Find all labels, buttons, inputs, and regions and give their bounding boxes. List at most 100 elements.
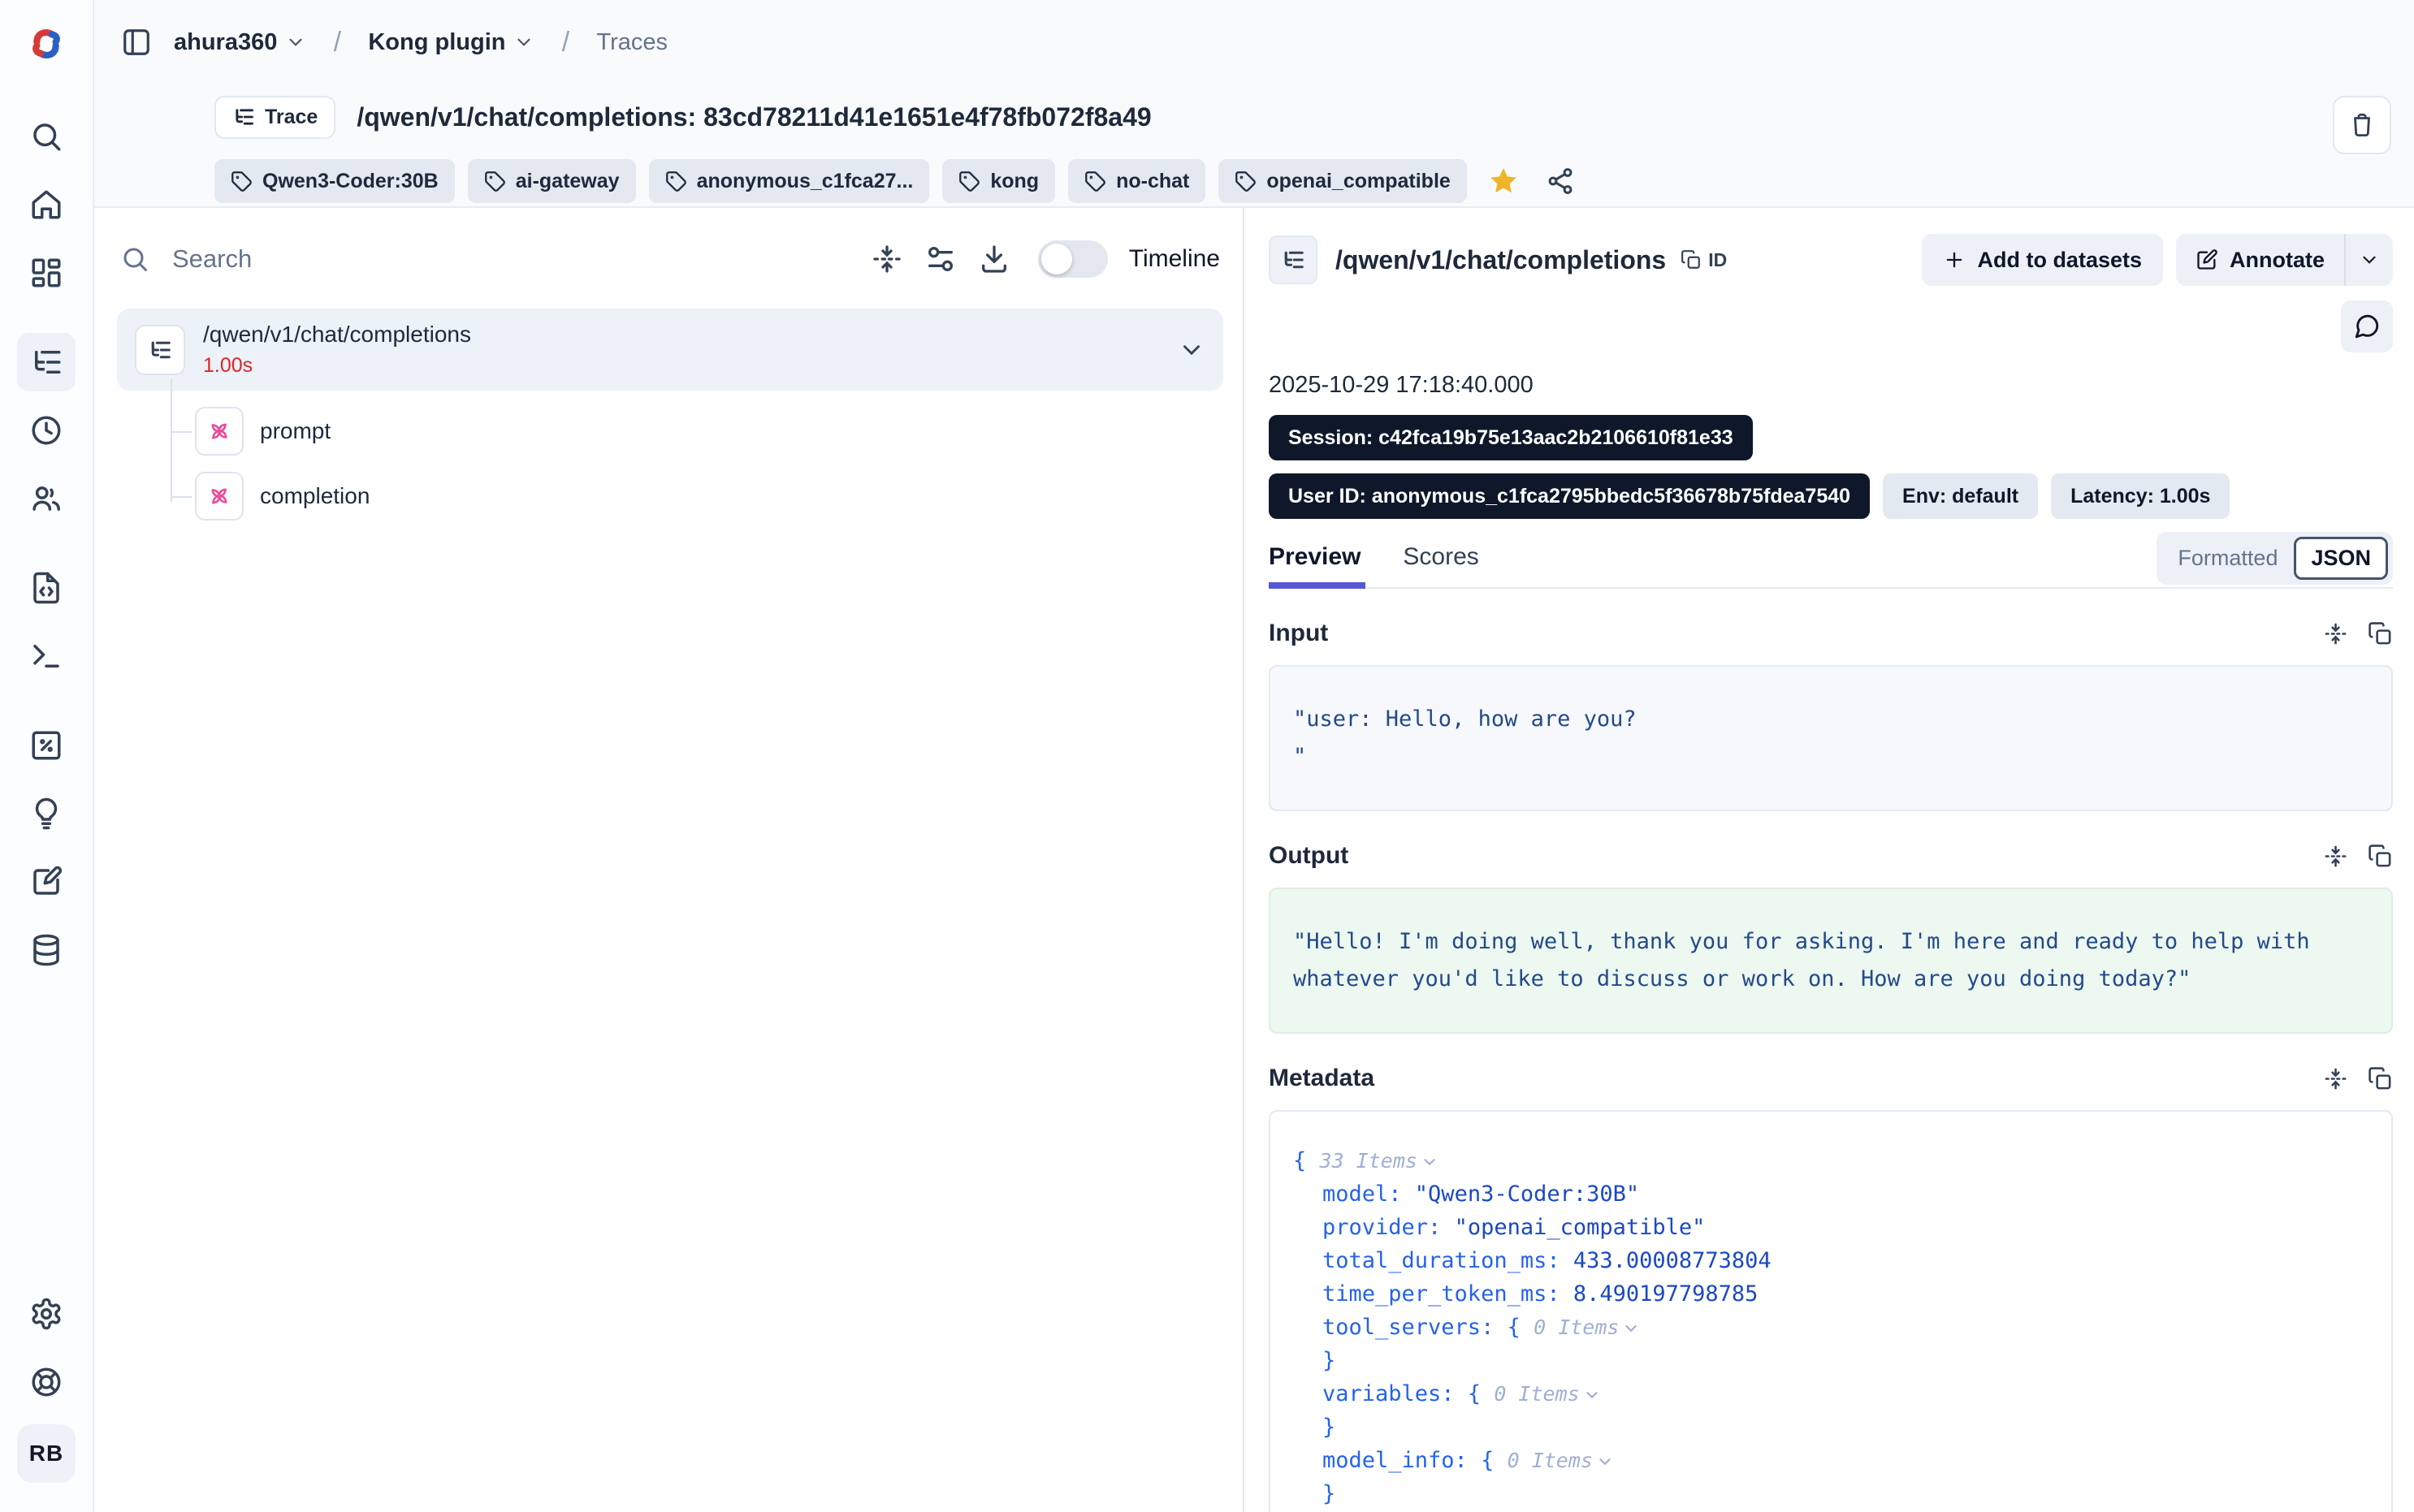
panel-toggle-button[interactable]	[115, 21, 158, 63]
annotate-more-button[interactable]	[2346, 234, 2393, 286]
breadcrumb-project[interactable]: ahura360	[174, 29, 306, 56]
chevron-down-icon	[513, 32, 534, 53]
copy-icon[interactable]	[2368, 844, 2393, 869]
metadata-section-heading: Metadata	[1269, 1065, 1374, 1092]
timeline-toggle[interactable]	[1038, 240, 1108, 278]
breadcrumb: ahura360 / Kong plugin / Traces	[94, 0, 2414, 84]
tag-pill[interactable]: openai_compatible	[1218, 159, 1466, 203]
output-code-block: "Hello! I'm doing well, thank you for as…	[1269, 888, 2393, 1034]
sidebar-item-tracing[interactable]	[17, 333, 76, 391]
output-section-heading: Output	[1269, 842, 1348, 870]
env-badge: Env: default	[1883, 473, 2038, 519]
sidebar-item-evals[interactable]	[17, 784, 76, 843]
search-icon	[120, 244, 149, 274]
tracing-tree-icon	[1269, 235, 1317, 284]
clock-icon	[29, 413, 63, 447]
fold-vertical-icon[interactable]	[2323, 1066, 2348, 1091]
metadata-json-block: { 33 Items model: "Qwen3-Coder:30B" prov…	[1269, 1110, 2393, 1512]
sidebar-item-prompts[interactable]	[17, 559, 76, 617]
json-expander[interactable]: 0 Items	[1508, 1449, 1593, 1472]
star-button[interactable]	[1483, 161, 1524, 201]
tag-pill[interactable]: kong	[942, 159, 1055, 203]
sidebar-item-home[interactable]	[17, 175, 76, 234]
users-icon	[29, 482, 63, 516]
user-id-badge[interactable]: User ID: anonymous_c1fca2795bbedc5f36678…	[1269, 473, 1870, 519]
copy-icon[interactable]	[2368, 621, 2393, 646]
app-logo-icon[interactable]	[24, 21, 69, 67]
tree-child-completion[interactable]: completion	[171, 464, 1223, 529]
view-json-option[interactable]: JSON	[2294, 537, 2388, 580]
collapse-all-button[interactable]	[871, 243, 903, 275]
sidebar-item-support[interactable]	[17, 1353, 76, 1411]
tracing-tree-icon	[232, 106, 255, 128]
tag-pill[interactable]: ai-gateway	[468, 159, 636, 203]
add-to-datasets-button[interactable]: Add to datasets	[1922, 234, 2163, 286]
copy-icon[interactable]	[2368, 1066, 2393, 1091]
user-avatar[interactable]: RB	[17, 1424, 76, 1483]
chevron-down-icon[interactable]	[1421, 1153, 1438, 1171]
tag-pill[interactable]: anonymous_c1fca27...	[649, 159, 930, 203]
chevron-down-icon[interactable]	[1178, 336, 1205, 364]
tracing-tree-icon	[29, 345, 63, 379]
view-formatted-option[interactable]: Formatted	[2161, 538, 2294, 579]
chevron-down-icon[interactable]	[1583, 1386, 1601, 1404]
json-row: tool_servers: { 0 Items	[1293, 1311, 2369, 1344]
tab-scores[interactable]: Scores	[1403, 543, 1478, 587]
observation-panel: Timeline /qwen/v1/chat/completions 1.00s…	[94, 208, 1243, 1512]
annotate-button[interactable]: Annotate	[2176, 234, 2344, 286]
left-rail: RB	[0, 0, 94, 1512]
chevron-down-icon[interactable]	[1596, 1453, 1614, 1471]
copy-id-button[interactable]: ID	[1681, 249, 1727, 271]
sidebar-item-scores[interactable]	[17, 716, 76, 775]
plus-icon	[1943, 248, 1966, 271]
json-row: }	[1293, 1344, 2369, 1377]
star-icon	[1487, 165, 1520, 197]
sidebar-item-playground[interactable]	[17, 627, 76, 685]
tree-child-prompt[interactable]: prompt	[171, 399, 1223, 464]
sidebar-item-search[interactable]	[17, 107, 76, 166]
trace-title: /qwen/v1/chat/completions: 83cd78211d41e…	[357, 102, 1151, 132]
copy-icon	[1681, 249, 1702, 270]
sidebar-item-settings[interactable]	[17, 1285, 76, 1343]
tree-root-row[interactable]: /qwen/v1/chat/completions 1.00s	[117, 309, 1223, 391]
tree-child-label: prompt	[260, 418, 331, 444]
trace-tags: Qwen3-Coder:30B ai-gateway anonymous_c1f…	[214, 159, 2414, 203]
tracing-tree-icon	[135, 325, 185, 375]
delete-trace-button[interactable]	[2333, 96, 2391, 154]
edit-square-icon	[2196, 248, 2218, 271]
sidebar-item-users[interactable]	[17, 469, 76, 528]
clipboard-pen-icon	[29, 865, 63, 899]
filter-settings-button[interactable]	[924, 243, 957, 275]
json-expander[interactable]: 0 Items	[1534, 1315, 1619, 1339]
tag-icon	[231, 171, 253, 192]
terminal-icon	[29, 639, 63, 673]
sidebar-item-annotation[interactable]	[17, 853, 76, 911]
session-badge[interactable]: Session: c42fca19b75e13aac2b2106610f81e3…	[1269, 415, 1753, 460]
sidebar-item-datasets[interactable]	[17, 921, 76, 979]
tag-pill[interactable]: Qwen3-Coder:30B	[214, 159, 455, 203]
json-expander[interactable]: 0 Items	[1494, 1382, 1579, 1406]
home-icon	[29, 188, 63, 222]
search-icon	[29, 119, 63, 153]
json-row: variables: { 0 Items	[1293, 1377, 2369, 1410]
fold-vertical-icon[interactable]	[2323, 621, 2348, 646]
share-button[interactable]	[1540, 161, 1581, 201]
chevron-down-icon[interactable]	[1622, 1320, 1640, 1337]
sidebar-item-dashboards[interactable]	[17, 244, 76, 302]
trace-timestamp: 2025-10-29 17:18:40.000	[1269, 372, 2393, 399]
lifebuoy-icon	[29, 1365, 63, 1399]
breadcrumb-section[interactable]: Kong plugin	[368, 29, 534, 56]
search-input[interactable]	[171, 244, 850, 274]
dashboard-icon	[29, 256, 63, 290]
trace-tree: /qwen/v1/chat/completions 1.00s prompt c…	[117, 309, 1223, 529]
app-root: RB ahura360 / Kong plugin / Traces Trace…	[0, 0, 2414, 1512]
sidebar-item-sessions[interactable]	[17, 401, 76, 460]
comments-button[interactable]	[2341, 300, 2393, 352]
fold-vertical-icon[interactable]	[2323, 844, 2348, 869]
breadcrumb-page[interactable]: Traces	[596, 29, 668, 56]
json-expander[interactable]: 33 Items	[1320, 1149, 1417, 1173]
tag-pill[interactable]: no-chat	[1068, 159, 1205, 203]
annotate-button-group: Annotate	[2176, 234, 2393, 286]
download-button[interactable]	[978, 243, 1010, 275]
tab-preview[interactable]: Preview	[1269, 543, 1361, 587]
